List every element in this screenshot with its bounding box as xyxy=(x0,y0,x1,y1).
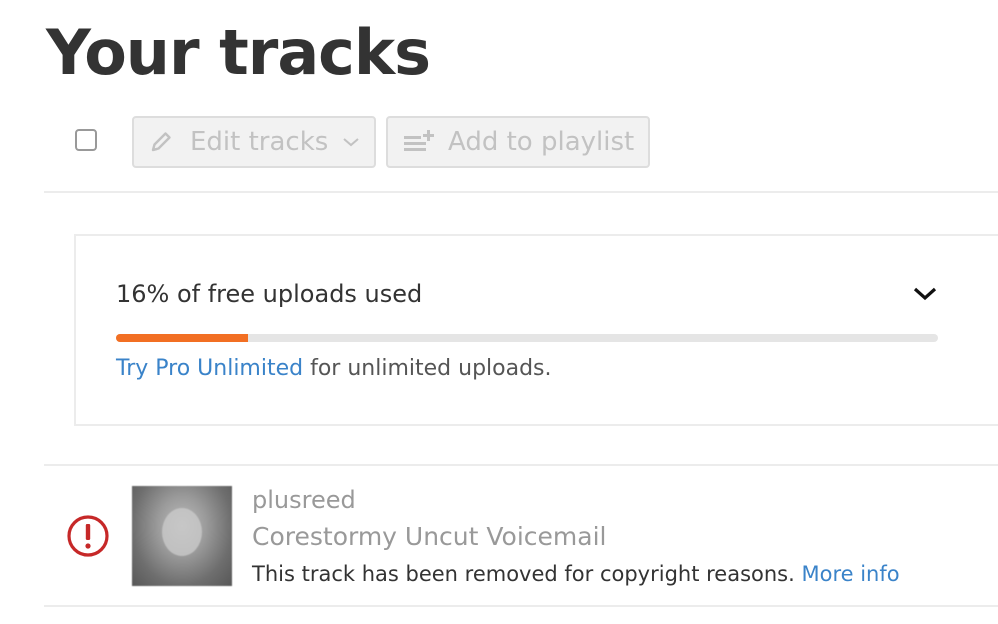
quota-note: Try Pro Unlimited for unlimited uploads. xyxy=(116,356,552,381)
edit-tracks-button[interactable]: Edit tracks xyxy=(132,116,376,168)
row-divider xyxy=(44,605,998,607)
more-info-link[interactable]: More info xyxy=(801,562,899,586)
chevron-down-icon xyxy=(342,136,360,148)
track-row: plusreed Corestormy Uncut Voicemail This… xyxy=(0,466,998,606)
edit-tracks-label: Edit tracks xyxy=(190,127,329,157)
track-title[interactable]: Corestormy Uncut Voicemail xyxy=(252,522,607,551)
quota-progress-fill xyxy=(116,334,248,342)
track-status-message: This track has been removed for copyrigh… xyxy=(252,562,900,586)
quota-status-text: 16% of free uploads used xyxy=(116,280,423,308)
track-artwork[interactable] xyxy=(132,486,232,586)
removed-message-text: This track has been removed for copyrigh… xyxy=(252,562,802,586)
select-all-checkbox[interactable] xyxy=(75,129,97,151)
quota-expand-toggle[interactable] xyxy=(912,284,938,304)
add-to-playlist-button[interactable]: Add to playlist xyxy=(386,116,650,168)
alert-icon xyxy=(66,514,110,558)
pencil-icon xyxy=(148,129,174,155)
add-to-playlist-label: Add to playlist xyxy=(448,127,635,157)
upload-quota-panel: 16% of free uploads used Try Pro Unlimit… xyxy=(74,234,998,426)
quota-progress-bar xyxy=(116,334,938,342)
bulk-actions-toolbar: Edit tracks Add to playlist xyxy=(0,116,998,168)
chevron-down-icon xyxy=(913,287,937,301)
page-title: Your tracks xyxy=(46,16,431,89)
toolbar-divider xyxy=(44,191,998,193)
track-artist[interactable]: plusreed xyxy=(252,486,356,514)
add-to-playlist-icon xyxy=(402,129,436,155)
quota-note-suffix: for unlimited uploads. xyxy=(303,356,552,381)
try-pro-unlimited-link[interactable]: Try Pro Unlimited xyxy=(116,356,303,381)
